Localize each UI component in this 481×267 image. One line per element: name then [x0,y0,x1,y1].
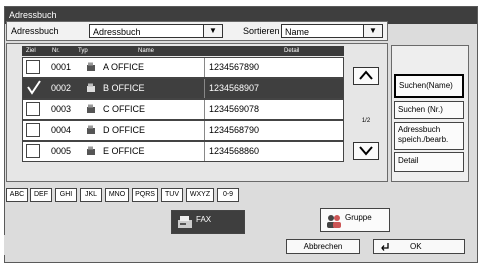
row-nr: 0001 [51,62,72,72]
row-detail: 1234569078 [204,100,345,119]
ok-button-label: OK [410,242,422,251]
row-detail: 1234568790 [204,121,345,140]
fax-machine-icon [87,62,95,71]
fax-machine-icon [87,125,95,134]
checkmark-icon [27,80,41,95]
page-indicator: 1/2 [361,118,371,124]
fax-machine-icon [87,104,95,113]
table-row[interactable]: 0003 C OFFICE 1234569078 [22,99,344,120]
group-button-label: Gruppe [345,213,372,222]
fax-machine-icon [87,83,95,92]
index-key-tuv[interactable]: TUV [161,188,183,202]
row-name: D OFFICE [103,125,145,135]
row-checkbox[interactable] [26,123,40,137]
header-nr: Nr. [52,48,60,54]
table-header: Ziel Nr. Typ Name Detail [22,46,344,56]
sort-select[interactable]: Name ▼ [281,24,383,38]
row-detail: 1234568860 [204,142,345,161]
row-nr: 0003 [51,104,72,114]
detail-button[interactable]: Detail [394,152,464,172]
scroll-down-button[interactable] [353,142,379,160]
fax-button-label: FAX [196,215,212,224]
row-name: B OFFICE [103,83,145,93]
fax-machine-icon [87,146,95,155]
search-nr-button[interactable]: Suchen (Nr.) [394,101,464,119]
sort-label: Sortieren [243,26,280,36]
index-key-pqrs[interactable]: PQRS [132,188,158,202]
scroll-up-button[interactable] [353,67,379,85]
row-detail: 1234568907 [204,79,345,98]
row-checkbox[interactable] [26,60,40,74]
cancel-button[interactable]: Abbrechen [286,239,360,254]
index-key-jkl[interactable]: JKL [80,188,102,202]
header-name: Name [138,48,155,54]
row-nr: 0004 [51,125,72,135]
header-typ: Typ [78,48,88,54]
index-key-0-9[interactable]: 0-9 [217,188,239,202]
index-key-wxyz[interactable]: WXYZ [186,188,214,202]
group-people-icon [327,215,341,228]
addressbook-edit-line2: speich./bearb. [398,135,449,144]
chevron-down-icon [359,146,373,156]
table-row[interactable]: 0005 E OFFICE 1234568860 [22,141,344,162]
dropdown-arrow-icon: ▼ [203,25,222,37]
addressbook-edit-line1: Adressbuch [398,125,441,134]
enter-arrow-icon [381,243,389,251]
ok-button[interactable]: OK [373,239,465,254]
row-nr: 0002 [51,83,72,93]
search-name-button[interactable]: Suchen(Name) [394,74,464,98]
index-key-ghi[interactable]: GHI [55,188,77,202]
addressbook-select-value: Adressbuch [93,27,141,37]
index-key-def[interactable]: DEF [30,188,52,202]
group-button[interactable]: Gruppe [320,208,390,232]
row-name: E OFFICE [103,146,145,156]
row-checkbox[interactable] [26,102,40,116]
header-detail: Detail [284,48,300,54]
table-row[interactable]: 0002 B OFFICE 1234568907 [22,78,344,99]
addressbook-edit-button[interactable]: Adressbuch speich./bearb. [394,122,464,150]
row-nr: 0005 [51,146,72,156]
index-key-mno[interactable]: MNO [105,188,129,202]
addressbook-label: Adressbuch [11,26,59,36]
sort-select-value: Name [285,27,310,37]
header-ziel: Ziel [26,48,36,54]
table-row[interactable]: 0004 D OFFICE 1234568790 [22,120,344,141]
table-row[interactable]: 0001 A OFFICE 1234567890 [22,57,344,78]
filter-bar: Adressbuch Adressbuch ▼ Sortieren Name ▼ [6,21,388,41]
row-checkbox[interactable] [26,144,40,158]
row-name: C OFFICE [103,104,145,114]
fax-button[interactable]: FAX [171,210,245,234]
addressbook-select[interactable]: Adressbuch ▼ [89,24,223,38]
row-name: A OFFICE [103,62,145,72]
index-key-abc[interactable]: ABC [6,188,28,202]
fax-machine-icon [178,216,192,228]
chevron-up-icon [359,70,373,80]
dropdown-arrow-icon: ▼ [363,25,382,37]
row-detail: 1234567890 [204,58,345,77]
